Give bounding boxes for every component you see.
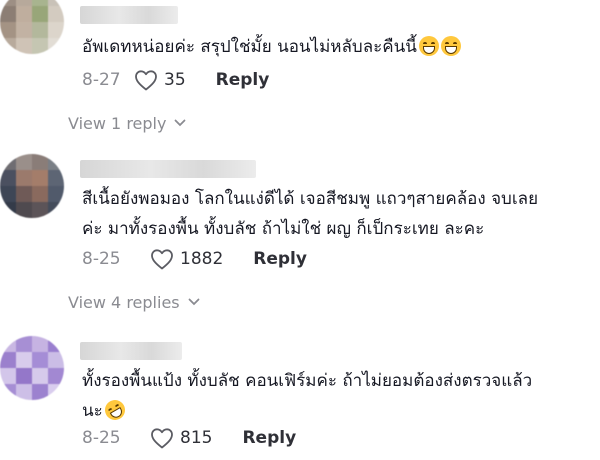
avatar[interactable] — [0, 154, 64, 218]
reply-button[interactable]: Reply — [216, 70, 270, 90]
comment-text: สีเนื้อยังพอมอง โลกในแง่ดีได้ เจอสีชมพู … — [82, 184, 538, 244]
rolling-on-floor-laughing-face-icon — [101, 396, 129, 424]
reply-button[interactable]: Reply — [253, 249, 307, 269]
like-count: 35 — [164, 70, 186, 90]
heart-outline-icon — [151, 428, 173, 449]
username-redacted[interactable] — [80, 6, 178, 24]
username-redacted[interactable] — [80, 160, 256, 178]
heart-outline-icon — [151, 249, 173, 270]
like-button[interactable]: 815 — [150, 427, 212, 449]
comment-text-line: สีเนื้อยังพอมอง โลกในแง่ดีได้ เจอสีชมพู … — [82, 189, 539, 209]
grinning-squinting-face-icon — [440, 36, 461, 56]
chevron-down-icon — [188, 298, 200, 306]
view-replies-button[interactable]: View 1 reply — [68, 111, 186, 135]
username-redacted[interactable] — [80, 342, 182, 360]
avatar[interactable] — [0, 336, 64, 400]
comment-text: ทั้งรองพื้นแป้ง ทั้งบลัช คอนเฟิร์มค่ะ ถ้… — [82, 366, 532, 426]
like-button[interactable]: 1882 — [150, 248, 223, 270]
comment-date: 8-25 — [82, 249, 121, 269]
comment-date: 8-27 — [82, 70, 121, 90]
comment-text-line: นะ — [82, 401, 103, 421]
view-replies-label: View 4 replies — [68, 292, 180, 312]
heart-outline-icon — [135, 70, 157, 91]
view-replies-label: View 1 reply — [68, 113, 167, 133]
avatar[interactable] — [0, 0, 64, 54]
reply-button[interactable]: Reply — [242, 428, 296, 448]
comment-text-line: อัพเดทหน่อยค่ะ สรุปใช่มั้ย นอนไม่หลับละค… — [82, 37, 417, 57]
like-count: 815 — [180, 428, 213, 448]
comment-text-line: ทั้งรองพื้นแป้ง ทั้งบลัช คอนเฟิร์มค่ะ ถ้… — [82, 371, 533, 391]
comment-meta: 8-25 815 Reply — [82, 426, 296, 450]
grinning-squinting-face-icon — [418, 36, 439, 56]
comment-text: อัพเดทหน่อยค่ะ สรุปใช่มั้ย นอนไม่หลับละค… — [82, 32, 461, 62]
like-button[interactable]: 35 — [134, 69, 186, 91]
comment-meta: 8-27 35 Reply — [82, 68, 269, 92]
comment-text-line: ค่ะ มาทั้งรองพื้น ทั้งบลัช ถ้าไม่ใช่ ผญ … — [82, 219, 485, 239]
chevron-down-icon — [175, 119, 186, 127]
comment-meta: 8-25 1882 Reply — [82, 247, 307, 271]
view-replies-button[interactable]: View 4 replies — [68, 290, 200, 314]
comment-date: 8-25 — [82, 428, 121, 448]
like-count: 1882 — [180, 249, 224, 269]
